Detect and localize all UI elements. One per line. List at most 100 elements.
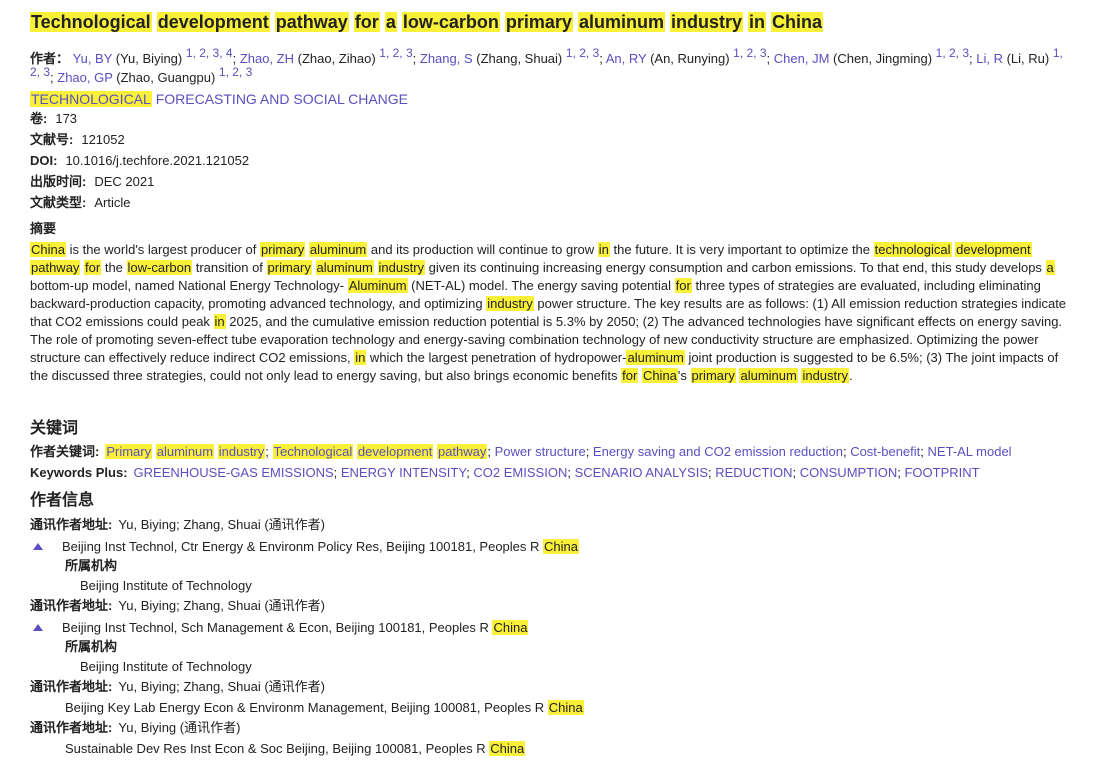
highlighted-term: in <box>748 12 766 32</box>
collapse-arrow-icon[interactable] <box>33 543 43 550</box>
author-link[interactable]: Zhang, S <box>420 51 473 66</box>
corresponding-label: 通讯作者地址: <box>30 598 113 613</box>
corresponding-role: (通讯作者) <box>264 517 326 532</box>
corresponding-address-row: 通讯作者地址: Yu, Biying; Zhang, Shuai (通讯作者) <box>30 596 325 616</box>
meta-label: DOI: <box>30 153 58 168</box>
highlighted-term: in <box>597 242 610 257</box>
article-title: Technological development pathway for a … <box>30 10 1070 34</box>
keyword-plus-link[interactable]: ENERGY INTENSITY <box>341 465 466 480</box>
corresponding-role: (通讯作者) <box>264 598 326 613</box>
affiliation-refs[interactable]: 1, 2, 3 <box>379 46 412 60</box>
corresponding-names: Yu, Biying; Zhang, Shuai <box>118 679 261 694</box>
keyword-plus-link[interactable]: REDUCTION <box>715 465 792 480</box>
author-keyword-link[interactable]: Primary aluminum industry <box>105 444 266 459</box>
keywords-heading: 关键词 <box>30 420 79 437</box>
highlighted-term: technological <box>873 242 952 257</box>
meta-pub-date: 出版时间: DEC 2021 <box>30 172 154 192</box>
meta-label: 卷: <box>30 111 48 126</box>
highlighted-term: China <box>30 242 66 257</box>
highlighted-term: pathway <box>30 260 81 275</box>
highlighted-term: aluminum <box>308 242 368 257</box>
highlighted-term: development <box>955 242 1032 257</box>
author-keyword-link[interactable]: Power structure <box>495 444 586 459</box>
author-keywords-list: Primary aluminum industry; Technological… <box>105 444 1012 459</box>
corresponding-label: 通讯作者地址: <box>30 679 113 694</box>
meta-value: DEC 2021 <box>94 174 155 189</box>
address-text: Beijing Inst Technol, Ctr Energy & Envir… <box>62 539 544 554</box>
corresponding-address-row: 通讯作者地址: Yu, Biying; Zhang, Shuai (通讯作者) <box>30 515 325 535</box>
highlighted-term: Technological <box>272 444 354 459</box>
corresponding-names: Yu, Biying; Zhang, Shuai <box>118 517 261 532</box>
address-line: Beijing Inst Technol, Sch Management & E… <box>62 618 529 638</box>
highlighted-term: aluminum <box>315 260 374 275</box>
address-line: Beijing Key Lab Energy Econ & Environm M… <box>65 698 584 718</box>
author-keyword-link[interactable]: Technological development pathway <box>272 444 488 459</box>
highlighted-term: Aluminum <box>347 278 408 293</box>
author-keywords-label: 作者关键词: <box>30 444 100 459</box>
authors-line: 作者： Yu, BY (Yu, Biying) 1, 2, 3, 4; Zhao… <box>30 46 1075 87</box>
highlighted-term: low-carbon <box>126 260 193 275</box>
corresponding-names: Yu, Biying <box>118 720 177 735</box>
meta-doc-type: 文献类型: Article <box>30 193 130 213</box>
highlighted-term: Primary <box>105 444 153 459</box>
corresponding-role: (通讯作者) <box>179 720 241 735</box>
keyword-plus-link[interactable]: SCENARIO ANALYSIS <box>575 465 708 480</box>
affiliation-refs[interactable]: 1, 2, 3, 4 <box>186 46 233 60</box>
collapse-arrow-icon[interactable] <box>33 624 43 631</box>
meta-doi: DOI: 10.1016/j.techfore.2021.121052 <box>30 151 249 171</box>
affiliation-refs[interactable]: 1, 2, 3 <box>566 46 599 60</box>
corresponding-address-row: 通讯作者地址: Yu, Biying; Zhang, Shuai (通讯作者) <box>30 677 325 697</box>
keywords-plus-label: Keywords Plus: <box>30 465 128 480</box>
journal-link[interactable]: TECHNOLOGICAL FORECASTING AND SOCIAL CHA… <box>30 89 408 109</box>
author-link[interactable]: Li, R <box>976 51 1003 66</box>
author-link[interactable]: An, RY <box>606 51 647 66</box>
keyword-plus-link[interactable]: FOOTPRINT <box>904 465 979 480</box>
address-text: Sustainable Dev Res Inst Econ & Soc Beij… <box>65 741 490 756</box>
keyword-plus-link[interactable]: CONSUMPTION <box>800 465 898 480</box>
highlighted-term: a <box>1045 260 1055 275</box>
author-keyword-link[interactable]: NET-AL model <box>928 444 1012 459</box>
address-country: China <box>547 700 584 715</box>
meta-article-number: 文献号: 121052 <box>30 130 125 150</box>
keyword-plus-link[interactable]: CO2 EMISSION <box>473 465 567 480</box>
meta-label: 出版时间: <box>30 174 87 189</box>
author-link[interactable]: Yu, BY <box>73 51 113 66</box>
author-link[interactable]: Chen, JM <box>774 51 830 66</box>
highlighted-term: TECHNOLOGICAL <box>30 91 152 107</box>
highlighted-term: pathway <box>274 12 349 32</box>
affiliation-refs[interactable]: 1, 2, 3 <box>733 46 766 60</box>
keyword-plus-link[interactable]: GREENHOUSE-GAS EMISSIONS <box>134 465 334 480</box>
highlighted-term: primary <box>504 12 573 32</box>
org-name: Beijing Institute of Technology <box>80 659 252 674</box>
corresponding-names: Yu, Biying; Zhang, Shuai <box>118 598 261 613</box>
highlighted-term: aluminum <box>739 368 798 383</box>
meta-label: 文献类型: <box>30 195 87 210</box>
highlighted-term: for <box>621 368 639 383</box>
keywords-plus-line: Keywords Plus: GREENHOUSE-GAS EMISSIONS; … <box>30 463 980 483</box>
highlighted-term: industry <box>801 368 849 383</box>
highlighted-term: for <box>353 12 380 32</box>
author-link[interactable]: Zhao, GP <box>57 70 112 85</box>
authors-list: Yu, BY (Yu, Biying) 1, 2, 3, 4; Zhao, ZH… <box>30 46 1063 85</box>
highlighted-term: pathway <box>436 444 488 459</box>
affiliation-refs[interactable]: 1, 2, 3 <box>936 46 969 60</box>
author-keyword-link[interactable]: Energy saving and CO2 emission reduction <box>593 444 843 459</box>
journal-title[interactable]: TECHNOLOGICAL FORECASTING AND SOCIAL CHA… <box>30 91 408 107</box>
highlighted-term: industry <box>377 260 426 275</box>
corresponding-label: 通讯作者地址: <box>30 720 113 735</box>
highlighted-term: development <box>156 12 270 32</box>
highlighted-term: aluminum <box>626 350 685 365</box>
highlighted-term: aluminum <box>577 12 665 32</box>
author-keyword-link[interactable]: Cost-benefit <box>850 444 920 459</box>
highlighted-term: in <box>213 314 226 329</box>
highlighted-term: industry <box>486 296 534 311</box>
address-text: Beijing Key Lab Energy Econ & Environm M… <box>65 700 548 715</box>
highlighted-term: aluminum <box>155 444 215 459</box>
org-label: 所属机构 <box>65 639 118 654</box>
author-info-heading: 作者信息 <box>30 492 95 509</box>
org-label: 所属机构 <box>65 558 118 573</box>
author-link[interactable]: Zhao, ZH <box>240 51 294 66</box>
highlighted-term: low-carbon <box>401 12 500 32</box>
affiliation-refs[interactable]: 1, 2, 3 <box>219 65 252 79</box>
highlighted-term: China <box>641 368 678 383</box>
